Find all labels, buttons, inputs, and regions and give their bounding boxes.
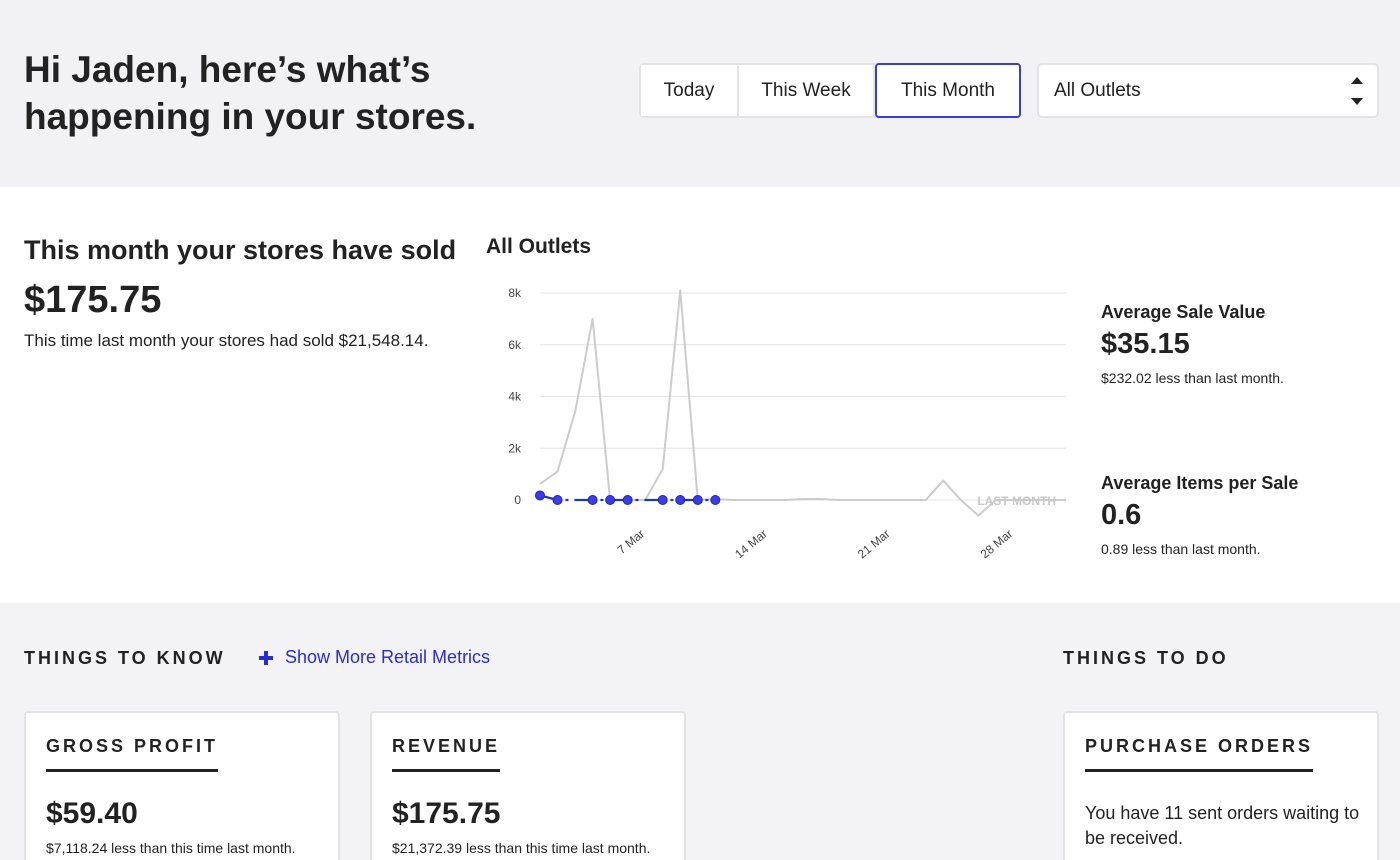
card-value: $59.40 (46, 797, 138, 830)
period-tab-today[interactable]: Today (641, 65, 739, 116)
y-tick-label: 8k (508, 286, 522, 300)
plus-icon (259, 650, 273, 665)
x-tick-label: 28 Mar (978, 527, 1016, 562)
gross-profit-card[interactable]: GROSS PROFIT $59.40 $7,118.24 less than … (24, 711, 340, 860)
greeting-heading: Hi Jaden, here’s what’s happening in you… (24, 49, 477, 137)
avg-items-value: 0.6 (1101, 499, 1142, 531)
sales-chart: 0 2k 4k 6k 8k 7 Mar 14 Mar 21 Mar 28 Mar LAST MON… (508, 286, 1066, 562)
sold-comparison: This time last month your stores had sol… (24, 331, 429, 350)
sold-amount: $175.75 (24, 279, 162, 321)
avg-items-label: Average Items per Sale (1101, 473, 1299, 493)
y-tick-label: 4k (508, 390, 522, 404)
series-label-last-month: LAST MONTH (977, 494, 1056, 508)
avg-sale-label: Average Sale Value (1101, 302, 1266, 322)
purchase-orders-card[interactable]: PURCHASE ORDERS You have 11 sent orders … (1063, 711, 1379, 860)
data-point (622, 495, 633, 505)
x-tick-label: 14 Mar (732, 527, 770, 562)
period-tab-this-month[interactable]: This Month (875, 63, 1021, 118)
last-month-series-line (539, 289, 1066, 517)
top-bar: Hi Jaden, here’s what’s happening in you… (0, 0, 1400, 187)
data-point (692, 495, 703, 505)
x-tick-label: 21 Mar (855, 527, 893, 562)
card-note: $7,118.24 less than this time last month… (46, 840, 296, 856)
card-title: REVENUE (392, 736, 501, 772)
card-title: GROSS PROFIT (46, 736, 219, 772)
data-point (657, 495, 668, 505)
period-selector: Today This Week This Month (639, 63, 1021, 118)
y-tick-label: 0 (514, 493, 521, 507)
data-point (552, 495, 563, 505)
sales-summary-panel: This month your stores have sold $175.75… (0, 187, 1400, 603)
data-point (675, 495, 686, 505)
period-tab-this-week[interactable]: This Week (739, 65, 875, 116)
data-point (605, 495, 616, 505)
things-to-know-heading: THINGS TO KNOW (24, 648, 226, 668)
avg-items-note: 0.89 less than last month. (1101, 541, 1261, 557)
things-to-do-heading: THINGS TO DO (1063, 648, 1229, 668)
select-arrows-icon (1350, 77, 1364, 105)
sold-heading: This month your stores have sold (24, 235, 457, 265)
y-tick-label: 6k (508, 338, 522, 352)
card-value: $175.75 (392, 797, 501, 830)
chart-title: All Outlets (486, 235, 592, 258)
card-note: $21,372.39 less than this time last mont… (392, 840, 651, 856)
outlet-select[interactable]: All Outlets (1037, 63, 1379, 118)
data-point (710, 495, 721, 505)
data-point (587, 495, 598, 505)
show-more-label: Show More Retail Metrics (285, 647, 491, 667)
outlet-select-value: All Outlets (1054, 79, 1141, 101)
y-tick-label: 2k (508, 441, 522, 455)
avg-sale-note: $232.02 less than last month. (1101, 370, 1284, 386)
x-tick-label: 7 Mar (615, 527, 648, 557)
card-title: PURCHASE ORDERS (1085, 736, 1314, 772)
data-point (535, 490, 545, 501)
avg-sale-value: $35.15 (1101, 328, 1190, 360)
show-more-metrics-link[interactable]: Show More Retail Metrics (259, 647, 490, 668)
card-text: You have 11 sent orders waiting to be re… (1085, 803, 1360, 848)
revenue-card[interactable]: REVENUE $175.75 $21,372.39 less than thi… (370, 711, 686, 860)
